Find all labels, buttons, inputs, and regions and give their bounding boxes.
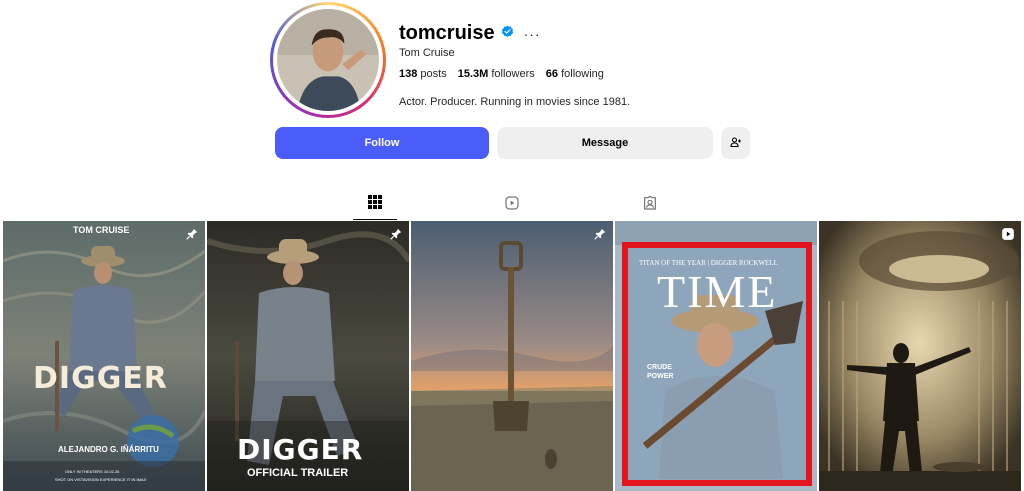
post-1-release-text: ONLY IN THEATERS 10.02.26: [65, 469, 120, 474]
post-1-director-text: ALEJANDRO G. IÑÁRRITU: [58, 445, 159, 454]
post-3-image: [411, 221, 613, 491]
post-2-title-text: DIGGER: [237, 433, 364, 466]
follow-button[interactable]: Follow: [275, 127, 489, 159]
post-1[interactable]: TOM CRUISE DIGGER ALEJANDRO G. IÑÁRRITU …: [3, 221, 205, 491]
post-4-masthead-text: TIME: [657, 266, 778, 317]
add-user-button[interactable]: [721, 127, 750, 159]
post-2[interactable]: DIGGER OFFICIAL TRAILER: [207, 221, 409, 491]
post-4-cover-line-2: POWER: [647, 373, 674, 380]
posts-stat: 138 posts: [399, 68, 447, 80]
following-stat[interactable]: 66 following: [546, 68, 604, 80]
full-name: Tom Cruise: [399, 47, 455, 59]
username: tomcruise: [399, 22, 495, 44]
more-options-icon[interactable]: ···: [524, 27, 541, 41]
story-ring[interactable]: [270, 2, 386, 118]
post-4-cover-line-1: CRUDE: [647, 364, 672, 371]
verified-badge-icon: [501, 25, 514, 43]
post-2-subtitle-text: OFFICIAL TRAILER: [247, 467, 349, 479]
pin-icon: [185, 227, 199, 241]
username-row: tomcruise ···: [399, 22, 541, 45]
avatar[interactable]: [277, 9, 379, 111]
post-1-formats-text: SHOT ON VISTAVISION EXPERIENCE IT IN IMA…: [55, 477, 147, 482]
post-1-star-text: TOM CRUISE: [73, 225, 130, 235]
pin-icon: [389, 227, 403, 241]
profile-tabs: [0, 190, 1024, 220]
tab-reels[interactable]: [490, 190, 534, 220]
posts-grid: TOM CRUISE DIGGER ALEJANDRO G. IÑÁRRITU …: [3, 221, 1021, 491]
bio: Actor. Producer. Running in movies since…: [399, 96, 631, 108]
post-4[interactable]: TITAN OF THE YEAR | DIGGER ROCKWELL TIME…: [615, 221, 817, 491]
tab-tagged[interactable]: [628, 190, 672, 220]
reels-icon: [504, 195, 520, 216]
pin-icon: [593, 227, 607, 241]
profile-stats: 138 posts 15.3M followers 66 following: [399, 68, 604, 80]
post-5[interactable]: [819, 221, 1021, 491]
profile-header: tomcruise ··· Tom Cruise 138 posts 15.3M…: [270, 2, 770, 122]
message-button[interactable]: Message: [497, 127, 713, 159]
grid-icon: [368, 195, 382, 214]
post-5-image: [819, 221, 1021, 491]
tagged-icon: [642, 195, 658, 216]
post-3[interactable]: [411, 221, 613, 491]
tab-posts[interactable]: [353, 190, 397, 220]
reel-icon: [1001, 227, 1015, 241]
followers-stat[interactable]: 15.3M followers: [458, 68, 535, 80]
post-1-title-text: DIGGER: [33, 361, 168, 396]
add-user-icon: [729, 136, 742, 151]
